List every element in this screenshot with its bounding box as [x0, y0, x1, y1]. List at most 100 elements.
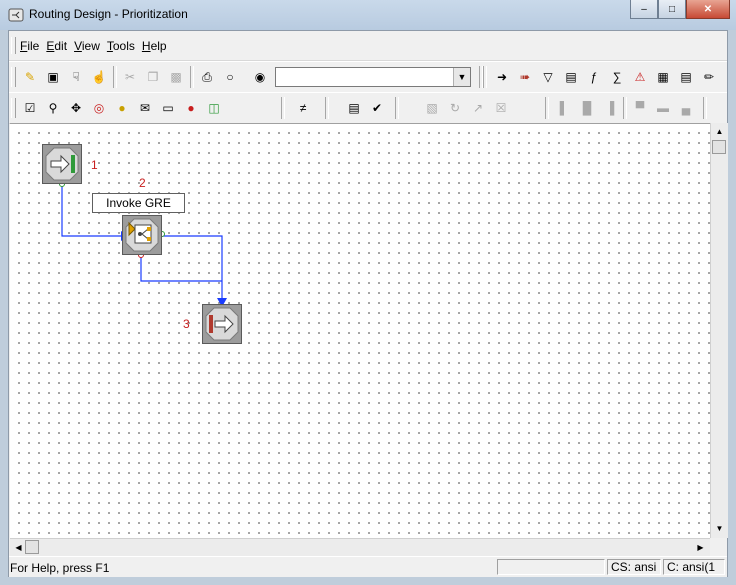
- invoke-gre-icon: [122, 215, 162, 255]
- status-help-text: For Help, press F1: [10, 561, 110, 575]
- exit-arrow-icon[interactable]: ➠: [516, 68, 534, 86]
- scroll-up-button[interactable]: ▲: [712, 124, 727, 139]
- align-left-icon[interactable]: ▌: [555, 99, 573, 117]
- validate-icon[interactable]: ✔: [368, 99, 386, 117]
- app-window: Routing Design - Prioritization – □ ✕ Fi…: [0, 0, 736, 585]
- menu-view[interactable]: View: [71, 39, 103, 53]
- status-pane-cs: CS: ansi: [607, 559, 661, 575]
- toolbar-separator: [325, 97, 329, 119]
- toolbar-grip[interactable]: [11, 67, 16, 87]
- combo-dropdown-button[interactable]: ▼: [453, 68, 470, 86]
- image-icon[interactable]: ▦: [654, 68, 672, 86]
- status-pane-c: C: ansi(1: [663, 559, 725, 575]
- goto-icon[interactable]: ➜: [493, 68, 511, 86]
- traffic-light-icon[interactable]: ●: [113, 99, 131, 117]
- expression-icon[interactable]: ≠: [294, 99, 312, 117]
- email-icon[interactable]: ✉: [136, 99, 154, 117]
- alert-icon[interactable]: ⚠: [631, 68, 649, 86]
- menu-items: File Edit View Tools Help: [17, 39, 171, 53]
- routing-app-icon: [8, 8, 24, 22]
- invoke-gre-callout: Invoke GRE: [92, 193, 185, 213]
- close-icon: ✕: [703, 3, 713, 15]
- open-folder-icon[interactable]: ✎: [21, 68, 39, 86]
- chart-icon[interactable]: ▤: [345, 99, 363, 117]
- minimize-button[interactable]: –: [630, 0, 658, 19]
- scroll-corner: [710, 538, 727, 555]
- check-out-icon[interactable]: ☝: [90, 68, 108, 86]
- paste-icon[interactable]: ▩: [167, 68, 185, 86]
- align-center-icon[interactable]: █: [578, 99, 596, 117]
- chevron-down-icon: ▼: [457, 72, 467, 82]
- arrow-down-icon: ▼: [715, 524, 724, 533]
- link-icon[interactable]: ↗: [469, 99, 487, 117]
- connector-icon[interactable]: ●: [182, 99, 200, 117]
- toolbar-separator: [623, 97, 627, 119]
- maximize-icon: □: [668, 3, 676, 15]
- cut-icon[interactable]: ✂: [121, 68, 139, 86]
- formula-icon[interactable]: ∑: [608, 68, 626, 86]
- align-top-icon[interactable]: ▀: [631, 99, 649, 117]
- scroll-right-button[interactable]: ▶: [693, 540, 708, 555]
- save-icon[interactable]: ▣: [44, 68, 62, 86]
- find-icon[interactable]: ○: [221, 68, 239, 86]
- menu-help[interactable]: Help: [139, 39, 170, 53]
- minimize-icon: –: [641, 3, 647, 15]
- select-node-icon[interactable]: ☑: [21, 99, 39, 117]
- vertical-scrollbar[interactable]: ▲ ▼: [710, 123, 728, 538]
- menu-file[interactable]: File: [17, 39, 42, 53]
- menubar-grip[interactable]: [11, 37, 16, 54]
- move-icon[interactable]: ✥: [67, 99, 85, 117]
- design-toolbar: ☑ ⚲ ✥ ◎ ● ✉ ▭ ● ◫ ≠ ▤ ✔ ▧ ↻ ↗ ☒ ▌ █ ▐ ▀ …: [9, 92, 727, 124]
- horizontal-scroll-thumb[interactable]: [25, 540, 39, 554]
- function-icon[interactable]: ƒ: [585, 68, 603, 86]
- copy-icon[interactable]: ❐: [144, 68, 162, 86]
- node-label-3: 3: [183, 317, 190, 331]
- align-right-icon[interactable]: ▐: [601, 99, 619, 117]
- horizontal-scrollbar[interactable]: ◀ ▶: [10, 538, 710, 556]
- menu-edit[interactable]: Edit: [43, 39, 70, 53]
- scroll-down-button[interactable]: ▼: [712, 521, 727, 536]
- find-next-icon[interactable]: ◉: [251, 68, 269, 86]
- window-title: Routing Design - Prioritization: [29, 7, 188, 21]
- align-icon[interactable]: ▧: [423, 99, 441, 117]
- check-in-icon[interactable]: ☟: [67, 68, 85, 86]
- align-middle-icon[interactable]: ▬: [654, 99, 672, 117]
- scroll-left-button[interactable]: ◀: [11, 540, 26, 555]
- filter-icon[interactable]: ▽: [539, 68, 557, 86]
- design-canvas[interactable]: 1 2 Invoke GRE 3: [10, 123, 710, 539]
- connector-layer: [59, 181, 227, 307]
- toolbar-separator: [113, 66, 117, 88]
- standard-toolbar: ✎ ▣ ☟ ☝ ✂ ❐ ▩ ⎙ ○ ◉ ▼ ➜ ➠ ▽ ▤ ƒ ∑ ⚠ ▦ ▤ …: [9, 61, 727, 93]
- edit-icon[interactable]: ✏: [700, 68, 718, 86]
- toolbar-separator: [483, 66, 487, 88]
- menu-bar: File Edit View Tools Help: [9, 31, 727, 61]
- zoom-icon[interactable]: ⚲: [44, 99, 62, 117]
- toolbar-grip[interactable]: [11, 98, 16, 118]
- connector-2-3[interactable]: [161, 235, 223, 301]
- toolbar-separator: [395, 97, 399, 119]
- print-icon[interactable]: ⎙: [198, 68, 216, 86]
- maximize-button[interactable]: □: [658, 0, 686, 19]
- title-bar[interactable]: Routing Design - Prioritization – □ ✕: [0, 0, 736, 30]
- target-icon[interactable]: ◎: [90, 99, 108, 117]
- start-node-icon: [42, 144, 82, 184]
- invoke-gre-node[interactable]: [122, 215, 162, 255]
- status-pane-empty: [497, 559, 605, 575]
- arrow-right-icon: ▶: [697, 543, 704, 552]
- delete-icon[interactable]: ☒: [492, 99, 510, 117]
- connector-2-3-alt[interactable]: [140, 256, 222, 282]
- search-combo[interactable]: ▼: [275, 67, 471, 87]
- node-label-2: 2: [139, 176, 146, 190]
- route-icon[interactable]: ↻: [446, 99, 464, 117]
- end-node-icon: [202, 304, 242, 344]
- vertical-scroll-thumb[interactable]: [712, 140, 726, 154]
- menu-tools[interactable]: Tools: [104, 39, 138, 53]
- text-box-icon[interactable]: ▭: [159, 99, 177, 117]
- align-bottom-icon[interactable]: ▄: [677, 99, 695, 117]
- list-icon[interactable]: ▤: [562, 68, 580, 86]
- start-node[interactable]: [42, 144, 82, 184]
- close-button[interactable]: ✕: [686, 0, 730, 19]
- report-icon[interactable]: ▤: [677, 68, 695, 86]
- subflow-icon[interactable]: ◫: [205, 99, 223, 117]
- end-node[interactable]: [202, 304, 242, 344]
